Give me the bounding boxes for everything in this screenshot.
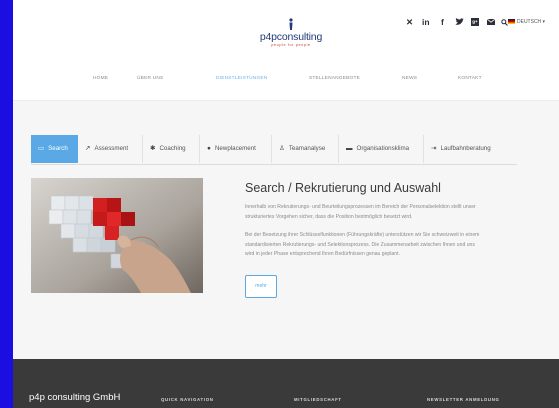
logo-tagline: people for people bbox=[271, 43, 311, 47]
email-icon[interactable] bbox=[487, 19, 495, 25]
text-line: Bei der Besetzung ihrer Schlüsselfunktio… bbox=[245, 232, 480, 238]
chart-icon: ↗ bbox=[85, 145, 91, 152]
car-icon: ▬ bbox=[346, 145, 353, 152]
xing-icon[interactable]: ✕ bbox=[406, 16, 413, 28]
hero-image bbox=[31, 178, 203, 293]
search-icon[interactable] bbox=[501, 19, 508, 26]
nav-home[interactable]: HOME bbox=[93, 76, 108, 81]
main-nav: HOME ÜBER UNS DIENSTLEISTUNGEN STELLENAN… bbox=[13, 76, 559, 86]
site-header: p4pconsulting people for people ✕ in f g… bbox=[13, 0, 559, 101]
text-line: wird in jeder Phase entsprechend Ihren B… bbox=[245, 251, 400, 257]
nav-news[interactable]: NEWS bbox=[402, 76, 417, 81]
content-title: Search / Rekrutierung und Auswahl bbox=[245, 181, 441, 195]
footer-heading-newsletter: NEWSLETTER ANMELDUNG bbox=[427, 397, 500, 402]
nav-ueber-uns[interactable]: ÜBER UNS bbox=[137, 76, 163, 81]
tab-label: Organisationsklima bbox=[356, 145, 410, 152]
facebook-icon[interactable]: f bbox=[441, 16, 444, 28]
cube-hand-image bbox=[31, 178, 203, 293]
tab-assessment[interactable]: ↗ Assessment bbox=[78, 135, 143, 163]
tab-label: Laufbahnberatung bbox=[440, 145, 491, 152]
tab-label: Coaching bbox=[159, 145, 186, 152]
content-paragraph-2: Bei der Besetzung ihrer Schlüsselfunktio… bbox=[245, 231, 550, 260]
language-label: DEUTSCH bbox=[517, 19, 542, 25]
page: p4pconsulting people for people ✕ in f g… bbox=[13, 0, 559, 408]
text-line: strukturiertes Vorgehen sicher, dass die… bbox=[245, 213, 413, 220]
nav-dienstleistungen[interactable]: DIENSTLEISTUNGEN bbox=[216, 76, 267, 81]
person-icon: ♙ bbox=[279, 145, 285, 152]
tab-coaching[interactable]: ✱ Coaching bbox=[143, 135, 200, 163]
social-bar: ✕ in f g+ bbox=[13, 16, 559, 30]
text-line: standardisierten Rekrutierungs- und Sele… bbox=[245, 241, 475, 248]
twitter-icon[interactable] bbox=[455, 18, 464, 26]
text-line: Innerhalb von Rekrutierungs- und Beurtei… bbox=[245, 204, 476, 210]
nav-kontakt[interactable]: KONTAKT bbox=[458, 76, 482, 81]
content-paragraph-1: Innerhalb von Rekrutierungs- und Beurtei… bbox=[245, 203, 550, 222]
tab-label: Search bbox=[48, 145, 68, 152]
more-button[interactable]: mehr bbox=[245, 275, 277, 298]
site-footer: p4p consulting GmbH QUICK NAVIGATION MIT… bbox=[13, 359, 559, 408]
logo-name: p4pconsulting bbox=[259, 31, 323, 43]
german-flag-icon bbox=[508, 19, 515, 25]
gear-icon: ✱ bbox=[150, 145, 156, 152]
nav-stellenangebote[interactable]: STELLENANGEBOTE bbox=[309, 76, 360, 81]
tab-laufbahnberatung[interactable]: ⇥ Laufbahnberatung bbox=[424, 135, 517, 163]
service-tabs: ▭ Search ↗ Assessment ✱ Coaching ● Newplacem… bbox=[31, 135, 517, 165]
sign-in-icon: ⇥ bbox=[431, 145, 437, 152]
tab-search[interactable]: ▭ Search bbox=[31, 135, 78, 163]
tab-newplacement[interactable]: ● Newplacement bbox=[200, 135, 272, 163]
tab-label: Assessment bbox=[94, 145, 129, 152]
footer-heading-quick-navigation: QUICK NAVIGATION bbox=[161, 397, 214, 402]
book-icon: ▭ bbox=[38, 145, 45, 152]
tab-teamanalyse[interactable]: ♙ Teamanalyse bbox=[272, 135, 339, 163]
footer-brand: p4p consulting GmbH bbox=[29, 392, 121, 403]
tab-label: Newplacement bbox=[214, 145, 256, 152]
tab-label: Teamanalyse bbox=[288, 145, 326, 152]
google-plus-icon[interactable]: g+ bbox=[471, 18, 479, 26]
linkedin-icon[interactable]: in bbox=[422, 16, 430, 28]
tab-organisationsklima[interactable]: ▬ Organisationsklima bbox=[339, 135, 424, 163]
language-selector[interactable]: DEUTSCH ▾ bbox=[508, 18, 545, 26]
footer-heading-mitgliedschaft: MITGLIEDSCHAFT bbox=[294, 397, 342, 402]
services-section: ▭ Search ↗ Assessment ✱ Coaching ● Newplacem… bbox=[13, 101, 559, 359]
arrow-circle-icon: ● bbox=[207, 145, 211, 152]
